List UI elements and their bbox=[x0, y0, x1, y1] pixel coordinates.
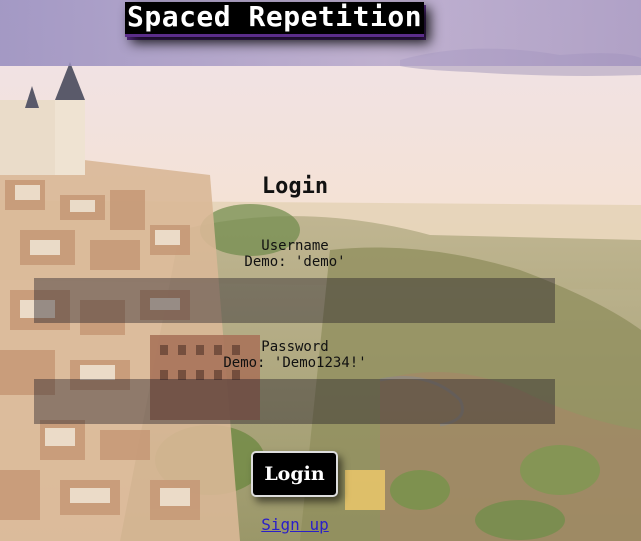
password-label: Password bbox=[261, 339, 329, 355]
app-title: Spaced Repetition bbox=[125, 2, 425, 37]
password-input[interactable] bbox=[34, 379, 555, 424]
sign-up-link[interactable]: Sign up bbox=[0, 515, 590, 534]
username-label: Username bbox=[261, 238, 329, 254]
username-input[interactable] bbox=[34, 278, 555, 323]
login-button[interactable]: Login bbox=[251, 451, 338, 497]
login-form-title: Login bbox=[261, 174, 329, 199]
username-demo-hint: Demo: 'demo' bbox=[244, 254, 346, 270]
password-demo-hint: Demo: 'Demo1234!' bbox=[223, 355, 367, 371]
